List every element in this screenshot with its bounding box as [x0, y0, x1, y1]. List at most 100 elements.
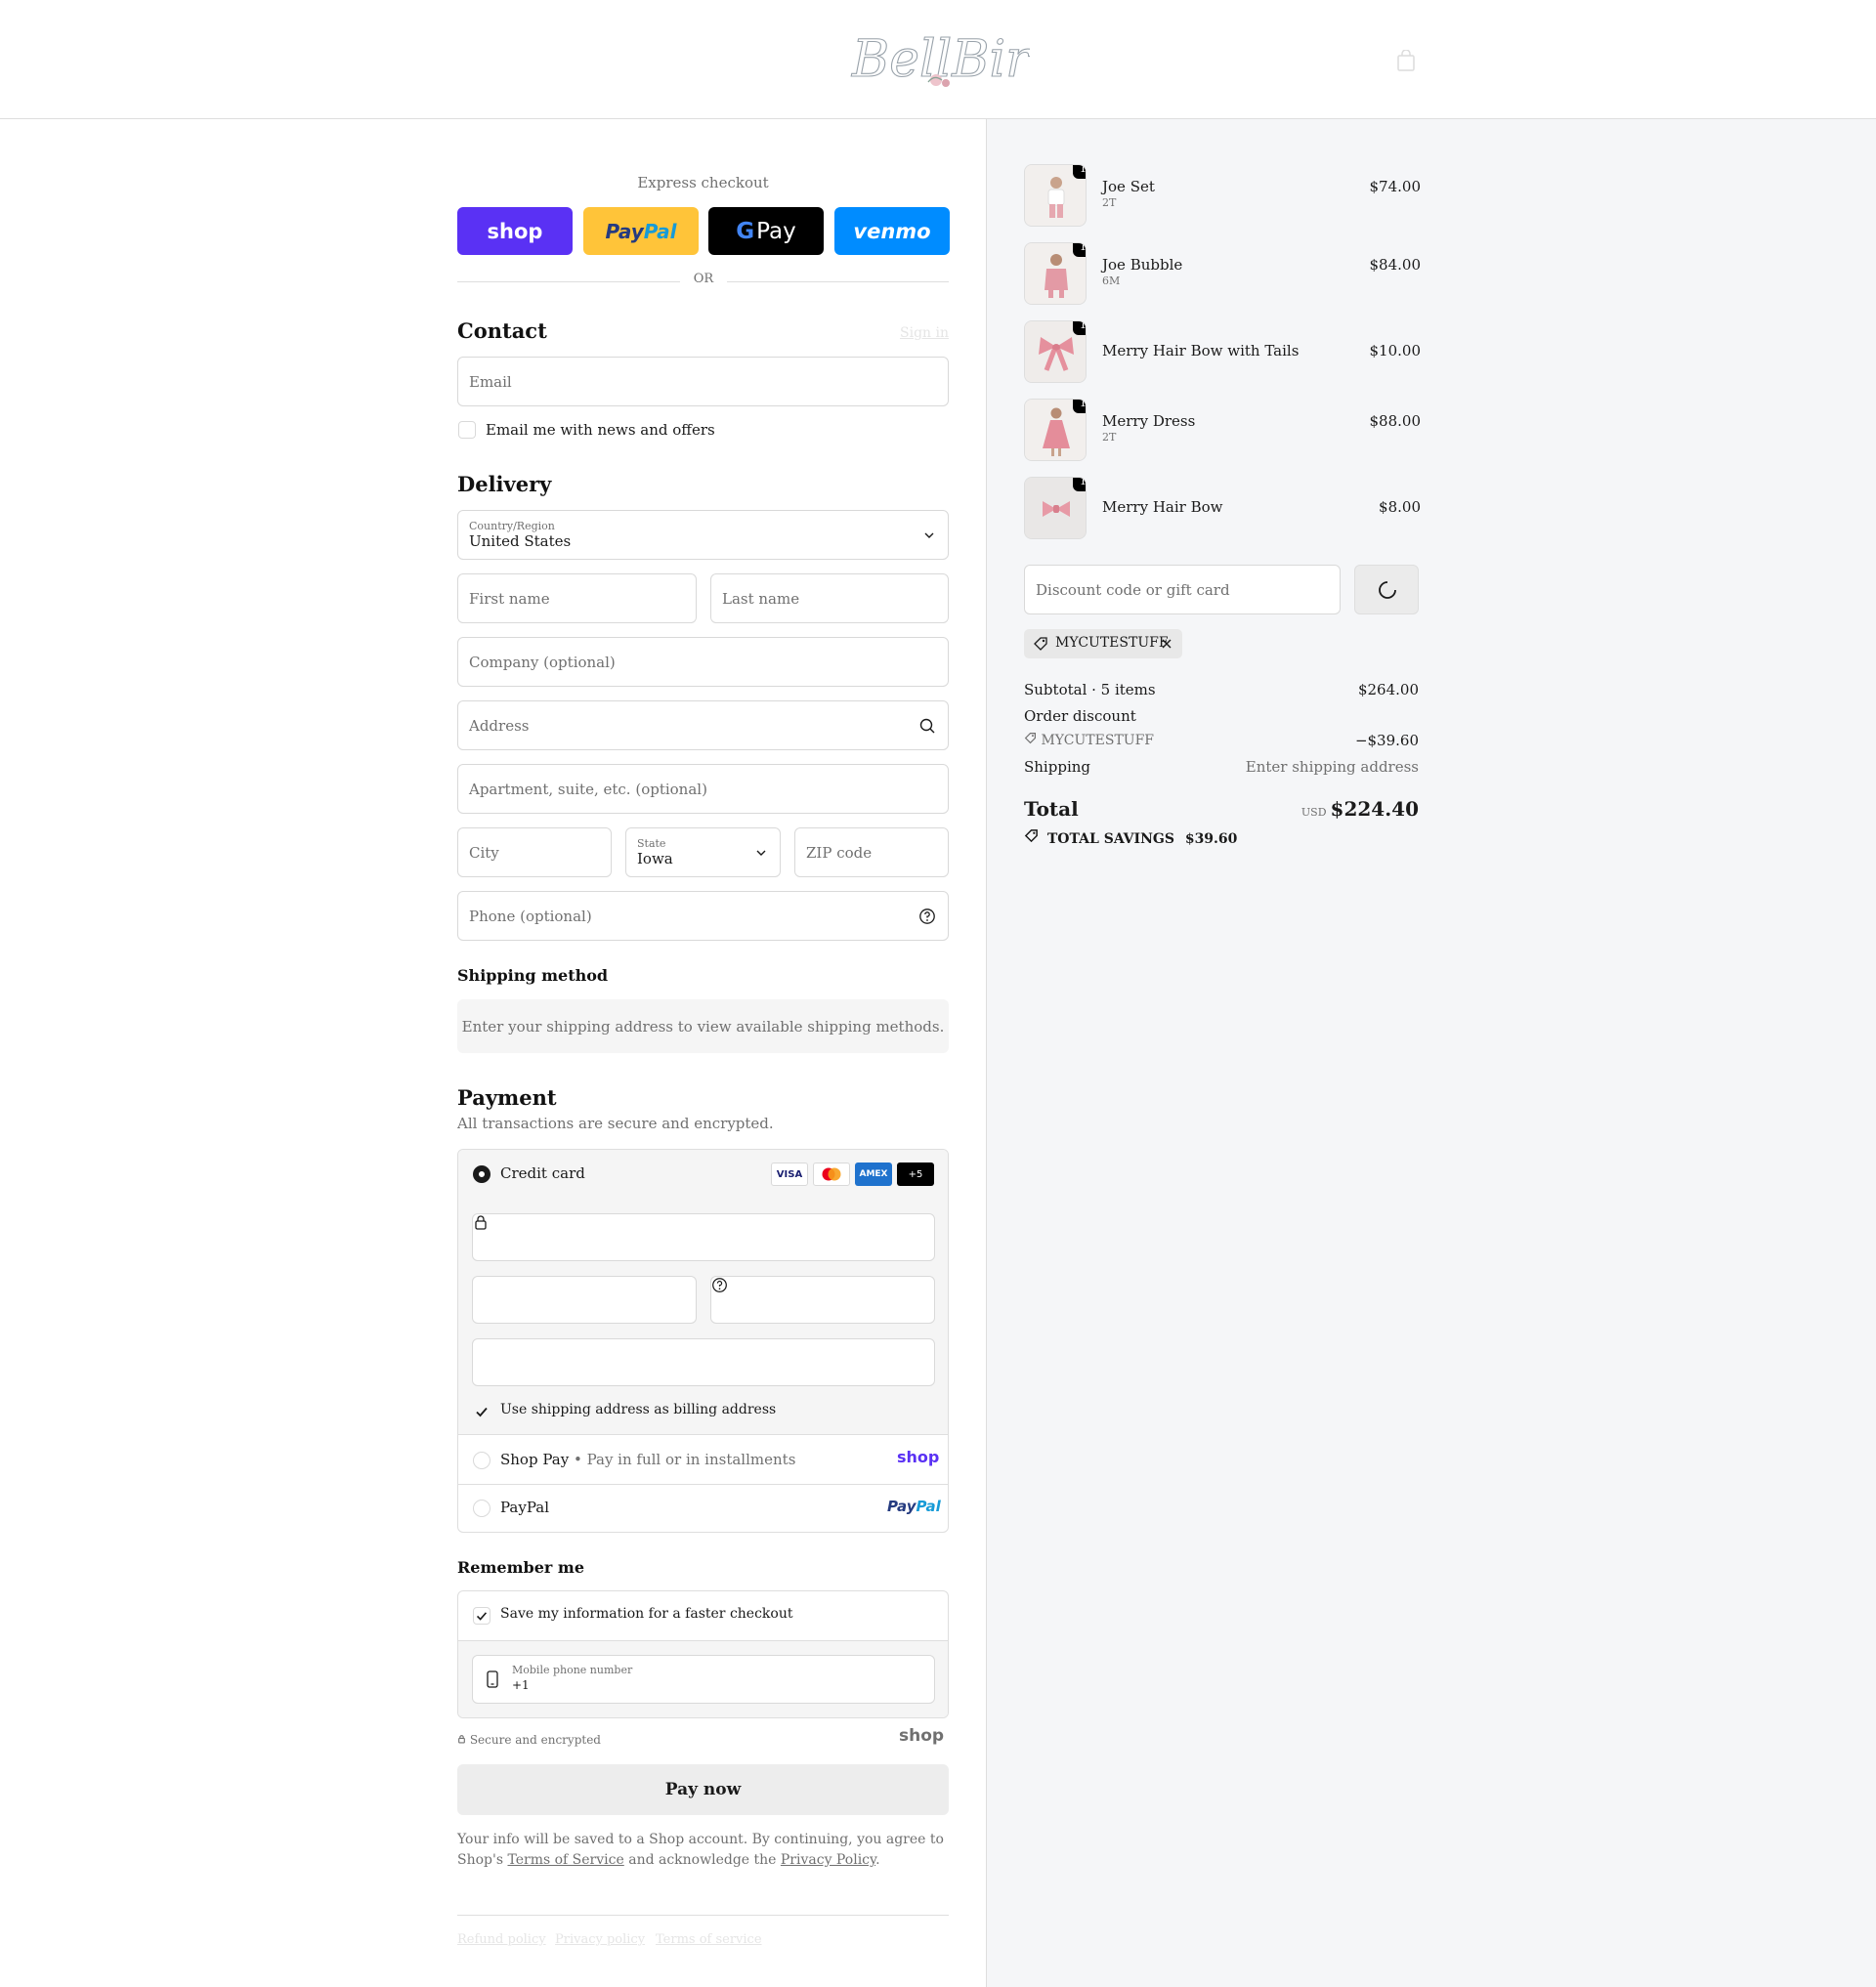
chevron-down-icon — [924, 532, 934, 538]
product-thumbnail: 1 — [1024, 477, 1087, 539]
footer-divider — [457, 1915, 949, 1916]
header: BellBird — [0, 0, 1876, 119]
item-price: $88.00 — [1369, 412, 1422, 430]
shipping-method-heading: Shipping method — [457, 966, 609, 985]
bellbird-logo[interactable]: BellBird — [846, 21, 1030, 96]
shopping-bag-icon[interactable] — [1396, 50, 1416, 71]
paypal-button[interactable]: Pay Pal — [583, 207, 699, 255]
phone-field[interactable]: Phone (optional) — [457, 891, 949, 941]
shop-logo-icon: shop — [899, 1726, 945, 1746]
paypal-radio[interactable] — [473, 1500, 490, 1517]
cart-item: 1 Joe Bubble 6M $84.00 — [1024, 242, 1421, 305]
shop-agreement-text: Your info will be saved to a Shop accoun… — [457, 1830, 949, 1871]
loading-spinner-icon — [1379, 581, 1396, 599]
delivery-heading: Delivery — [457, 472, 552, 496]
country-select[interactable]: Country/Region United States — [457, 510, 949, 560]
shop-pay-label: shop — [487, 219, 543, 243]
item-price: $8.00 — [1379, 498, 1421, 516]
divider-left — [457, 281, 680, 282]
last-name-field[interactable]: Last name — [710, 573, 949, 623]
terms-of-service-footer-link[interactable]: Terms of service — [656, 1932, 762, 1947]
item-variant: 6M — [1102, 275, 1121, 287]
paypal-option-label: PayPal — [500, 1499, 549, 1516]
mobile-phone-field[interactable]: Mobile phone number +1 — [472, 1655, 935, 1704]
mastercard-icon — [813, 1163, 850, 1186]
discount-code-field[interactable]: Discount code or gift card — [1024, 565, 1341, 614]
shop-logo-icon: shop — [897, 1448, 940, 1466]
secure-note: Secure and encrypted — [457, 1733, 601, 1747]
quantity-badge: 1 — [1073, 243, 1086, 257]
privacy-policy-link[interactable]: Privacy Policy — [781, 1852, 875, 1868]
remember-me-section: Save my information for a faster checkou… — [457, 1590, 949, 1718]
product-thumbnail: 1 — [1024, 399, 1087, 461]
state-value: Iowa — [637, 850, 673, 867]
expiration-field[interactable] — [472, 1276, 697, 1324]
agreement-text-c: . — [875, 1852, 880, 1868]
state-label: State — [637, 837, 666, 850]
shipping-method-note: Enter your shipping address to view avai… — [457, 999, 949, 1053]
express-checkout-title: Express checkout — [637, 174, 769, 191]
security-code-field[interactable] — [710, 1276, 935, 1324]
discount-value: −$39.60 — [1354, 732, 1419, 749]
venmo-label: venmo — [853, 219, 931, 243]
item-variant: 2T — [1102, 431, 1117, 444]
order-discount-label: Order discount — [1024, 707, 1136, 725]
apartment-field[interactable]: Apartment, suite, etc. (optional) — [457, 764, 949, 814]
card-number-field[interactable] — [472, 1213, 935, 1261]
billing-label: Use shipping address as billing address — [500, 1402, 777, 1417]
city-field[interactable]: City — [457, 827, 612, 877]
refund-policy-link[interactable]: Refund policy — [457, 1932, 546, 1947]
divider — [457, 1434, 949, 1435]
paypal-label-pal: Pal — [643, 219, 677, 243]
credit-card-radio[interactable] — [473, 1165, 490, 1183]
pay-now-button[interactable]: Pay now — [457, 1764, 949, 1815]
terms-of-service-link[interactable]: Terms of Service — [507, 1852, 623, 1868]
credit-card-label: Credit card — [500, 1164, 585, 1182]
billing-checkbox[interactable] — [473, 1403, 490, 1420]
apartment-placeholder: Apartment, suite, etc. (optional) — [469, 780, 707, 798]
applied-code: MYCUTESTUFF — [1055, 635, 1169, 651]
help-circle-icon[interactable] — [918, 908, 936, 925]
first-name-placeholder: First name — [469, 589, 550, 608]
company-field[interactable]: Company (optional) — [457, 637, 949, 687]
newsletter-checkbox[interactable] — [458, 421, 476, 439]
help-circle-icon[interactable] — [711, 1277, 728, 1293]
shop-pay-radio[interactable] — [473, 1452, 490, 1469]
cart-item: 1 Merry Hair Bow $8.00 — [1024, 477, 1421, 539]
shop-pay-button[interactable]: shop — [457, 207, 573, 255]
chevron-down-icon — [756, 850, 766, 856]
address-field[interactable]: Address — [457, 700, 949, 750]
quantity-badge: 1 — [1073, 165, 1086, 179]
visa-icon: VISA — [771, 1163, 808, 1186]
total-savings-value: $39.60 — [1184, 831, 1238, 847]
company-placeholder: Company (optional) — [469, 653, 616, 671]
close-icon[interactable] — [1161, 638, 1172, 650]
google-g-icon: G — [736, 218, 755, 244]
google-pay-button[interactable]: G Pay — [708, 207, 824, 255]
phone-placeholder: Phone (optional) — [469, 907, 592, 925]
paypal-logo-pal: Pal — [916, 1498, 941, 1515]
subtotal-value: $264.00 — [1357, 681, 1419, 698]
credit-card-section: Credit card VISA AMEX +5 Use shipping ad… — [458, 1150, 948, 1435]
privacy-policy-footer-link[interactable]: Privacy policy — [555, 1932, 645, 1947]
venmo-button[interactable]: venmo — [834, 207, 950, 255]
lock-icon — [458, 1735, 465, 1744]
mobile-phone-area: Mobile phone number +1 — [458, 1640, 948, 1717]
first-name-field[interactable]: First name — [457, 573, 697, 623]
sign-in-link[interactable]: Sign in — [860, 325, 949, 341]
name-on-card-field[interactable] — [472, 1338, 935, 1386]
product-thumbnail: 1 — [1024, 242, 1087, 305]
total-savings-label: TOTAL SAVINGS — [1046, 831, 1174, 847]
email-field[interactable]: Email — [457, 357, 949, 406]
state-select[interactable]: State Iowa — [625, 827, 781, 877]
apply-discount-button[interactable] — [1354, 565, 1419, 614]
or-separator: OR — [693, 272, 714, 286]
shop-pay-option-label: Shop Pay • Pay in full or in installment… — [500, 1451, 796, 1468]
zip-field[interactable]: ZIP code — [794, 827, 949, 877]
save-info-checkbox[interactable] — [473, 1607, 490, 1625]
shipping-value: Enter shipping address — [1245, 758, 1419, 776]
shop-pay-subtext: Pay in full or in installments — [586, 1451, 796, 1468]
item-price: $74.00 — [1369, 178, 1422, 195]
product-thumbnail: 1 — [1024, 164, 1087, 227]
payment-methods: Credit card VISA AMEX +5 Use shipping ad… — [457, 1149, 949, 1533]
